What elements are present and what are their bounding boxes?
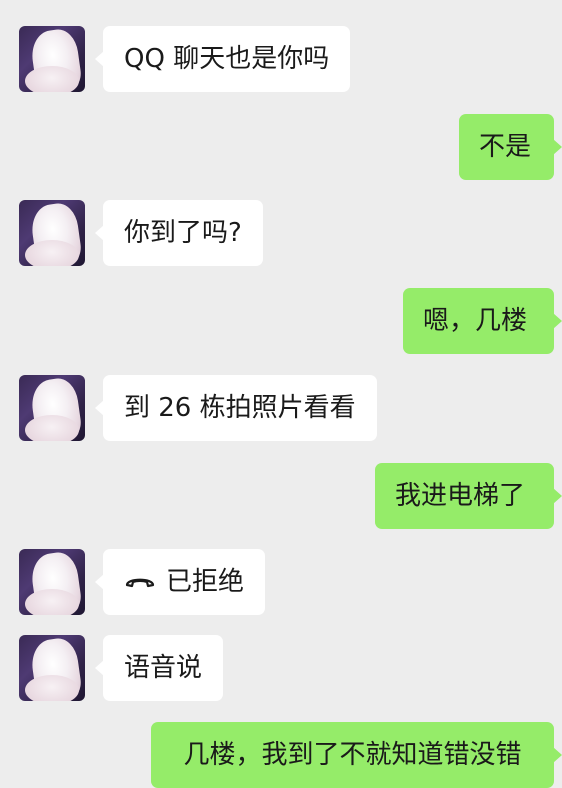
outgoing-message[interactable]: 嗯，几楼: [403, 288, 562, 354]
incoming-message[interactable]: QQ 聊天也是你吗: [94, 26, 351, 92]
chat-window: QQ 聊天也是你吗 不是 你到了吗? 嗯，几楼 到 26 栋拍照片看看 我进电梯…: [0, 0, 562, 788]
outgoing-message[interactable]: 我进电梯了: [375, 463, 562, 529]
contact-avatar[interactable]: [19, 375, 85, 441]
contact-avatar[interactable]: [19, 635, 85, 701]
call-status-text: 已拒绝: [166, 567, 245, 597]
phone-hangup-icon: [124, 547, 156, 613]
outgoing-message[interactable]: 几楼，我到了不就知道错没错: [151, 722, 562, 788]
voice-call-message[interactable]: 已拒绝: [94, 547, 266, 615]
incoming-message[interactable]: 语音说: [94, 635, 224, 701]
outgoing-message[interactable]: 不是: [459, 114, 562, 180]
contact-avatar[interactable]: [19, 200, 85, 266]
incoming-message[interactable]: 你到了吗?: [95, 200, 263, 266]
incoming-message[interactable]: 到 26 栋拍照片看看: [95, 375, 377, 441]
contact-avatar[interactable]: [19, 26, 85, 92]
contact-avatar[interactable]: [19, 549, 85, 615]
